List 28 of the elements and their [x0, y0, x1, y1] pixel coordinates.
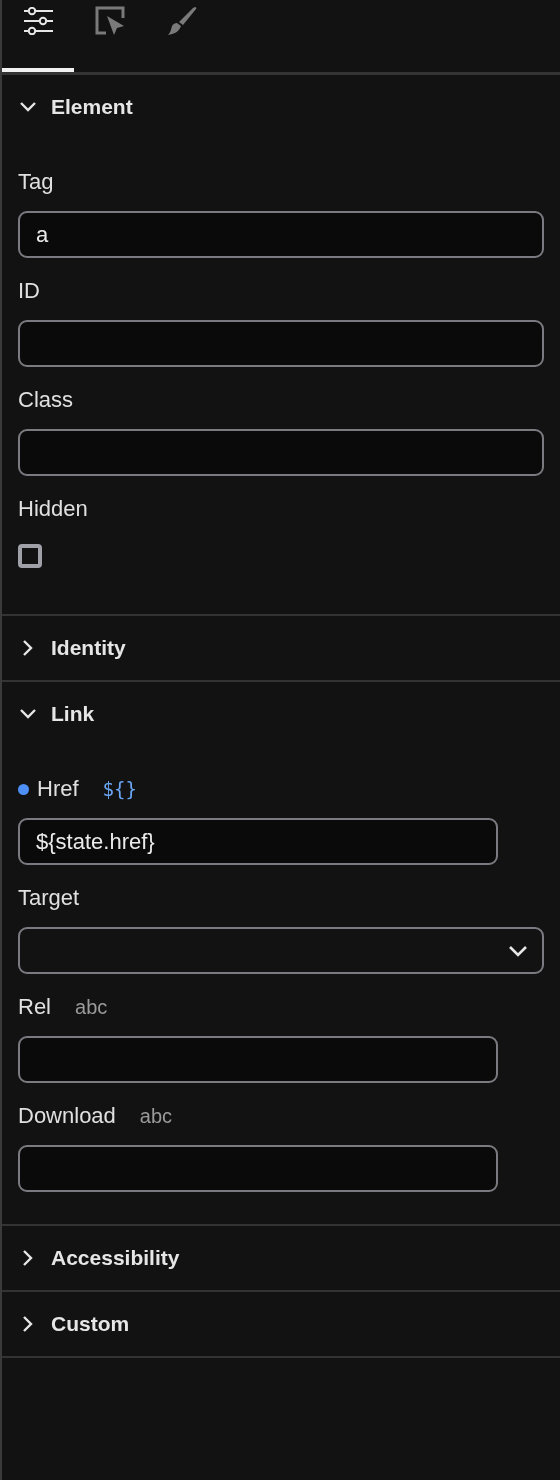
input-field[interactable]	[18, 429, 544, 476]
section-header[interactable]: Custom	[2, 1292, 560, 1356]
input-field[interactable]: ${state.href}	[18, 818, 498, 865]
section-header[interactable]: Identity	[2, 616, 560, 680]
field-label: ID	[18, 278, 40, 304]
field-label: Download	[18, 1103, 116, 1129]
checkbox[interactable]	[18, 544, 42, 568]
section-header[interactable]: Link	[2, 682, 560, 746]
field-hint: ${}	[102, 778, 137, 800]
input-field[interactable]	[18, 1036, 498, 1083]
input-field[interactable]	[18, 320, 544, 367]
caret-icon	[508, 944, 528, 957]
section-header[interactable]: Element	[2, 75, 560, 139]
brush-icon	[166, 6, 198, 36]
field-hint: abc	[75, 995, 108, 1019]
field-hint: abc	[139, 1104, 173, 1128]
dropdown-field[interactable]	[18, 927, 544, 974]
field-label: Href	[37, 776, 79, 802]
field-label: Tag	[18, 169, 54, 195]
input-field[interactable]	[18, 1145, 498, 1192]
field-label: Class	[18, 387, 73, 413]
cursor-select-icon	[94, 5, 126, 37]
sliders-icon	[23, 7, 53, 35]
field-label: Rel	[18, 994, 51, 1020]
field-label: Target	[18, 885, 80, 911]
input-field[interactable]: a	[18, 211, 544, 258]
section-header[interactable]: Accessibility	[2, 1226, 560, 1290]
field-label: Hidden	[18, 496, 88, 522]
